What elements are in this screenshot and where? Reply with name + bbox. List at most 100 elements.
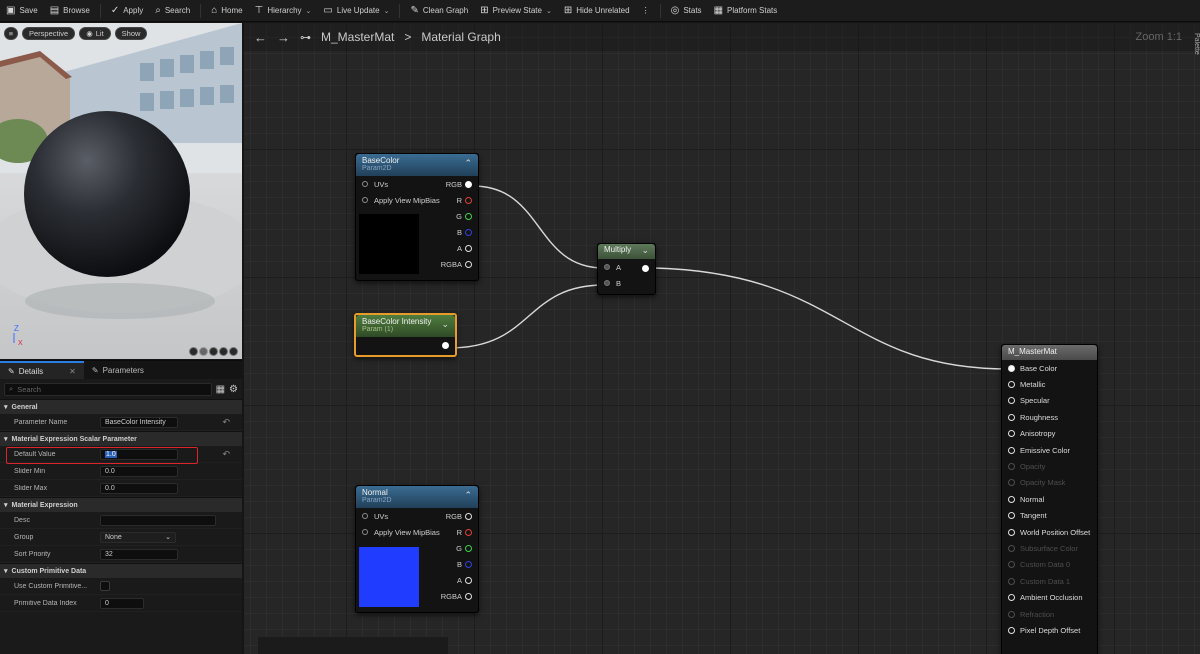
plane-icon[interactable] — [209, 347, 218, 356]
more-options-icon[interactable]: ⋮ — [636, 0, 656, 22]
palette-tab[interactable]: Palette — [1190, 23, 1200, 83]
reset-icon[interactable]: ↶ — [222, 417, 230, 428]
result-pin-world-position-offset[interactable]: World Position Offset — [1002, 524, 1097, 540]
input-pin[interactable] — [362, 181, 368, 187]
input-pin[interactable] — [362, 197, 368, 203]
breadcrumb-separator: > — [404, 30, 412, 44]
forward-arrow-icon[interactable]: → — [277, 30, 290, 45]
save-button[interactable]: ▣ Save — [0, 0, 44, 22]
output-pin-r[interactable]: R — [457, 196, 472, 205]
result-pin-refraction[interactable]: Refraction — [1002, 606, 1097, 622]
pin-dot — [1008, 479, 1015, 487]
result-pin-ambient-occlusion[interactable]: Ambient Occlusion — [1002, 589, 1097, 605]
group-dropdown[interactable]: None ⌄ — [100, 531, 176, 543]
multiply-node[interactable]: Multiply ⌄ AB — [597, 243, 656, 295]
basecolor-intensity-node[interactable]: BaseColor Intensity Param (1) ⌄ — [354, 313, 457, 357]
output-pin-b[interactable]: B — [457, 228, 472, 237]
pin-row: Apply View MipBias R — [356, 524, 478, 540]
breadcrumb-material[interactable]: M_MasterMat — [321, 30, 394, 44]
multiply-output-pin[interactable] — [642, 265, 649, 272]
result-pin-base-color[interactable]: Base Color — [1002, 360, 1097, 376]
pin-dot — [1008, 577, 1015, 585]
search-button[interactable]: ⌕ Search — [149, 0, 196, 22]
browse-button[interactable]: ▤ Browse — [44, 0, 96, 22]
output-pin-g[interactable]: G — [456, 544, 472, 553]
result-pin-roughness[interactable]: Roughness — [1002, 409, 1097, 425]
output-pin-rgb[interactable]: RGB — [446, 180, 472, 189]
result-pin-subsurface-color[interactable]: Subsurface Color — [1002, 540, 1097, 556]
output-pin-a[interactable]: A — [457, 576, 472, 585]
home-button[interactable]: ⌂ Home — [205, 0, 248, 22]
result-pin-specular[interactable]: Specular — [1002, 393, 1097, 409]
desc-field[interactable] — [100, 514, 216, 526]
chevron-down-icon: ▾ — [4, 436, 8, 443]
show-button[interactable]: Show — [114, 27, 148, 40]
teapot-icon[interactable] — [229, 347, 238, 356]
primitive-data-index-field[interactable]: 0 — [100, 597, 144, 609]
output-pin-a[interactable]: A — [457, 244, 472, 253]
table-view-icon[interactable]: ▦ — [216, 384, 225, 395]
multiply-input-b[interactable]: B — [598, 275, 655, 291]
parameter-name-field[interactable]: BaseColor Intensity — [100, 416, 178, 428]
close-icon[interactable]: ✕ — [69, 367, 76, 376]
input-pin[interactable] — [362, 513, 368, 519]
reset-icon[interactable]: ↶ — [222, 449, 230, 460]
preview-state-button[interactable]: ⊞ Preview State ⌄ — [474, 0, 558, 22]
output-pin-b[interactable]: B — [457, 560, 472, 569]
section-scalar-parameter[interactable]: ▾ Material Expression Scalar Parameter — [0, 431, 242, 446]
clean-graph-button[interactable]: ✎ Clean Graph — [404, 0, 474, 22]
output-pin-rgb[interactable]: RGB — [446, 512, 472, 521]
intensity-output-pin[interactable] — [442, 342, 449, 349]
result-pin-opacity[interactable]: Opacity — [1002, 458, 1097, 474]
collapse-chevron-icon[interactable]: ⌄ — [441, 319, 449, 330]
sphere-icon[interactable] — [199, 347, 208, 356]
cylinder-icon[interactable] — [189, 347, 198, 356]
output-pin-rgba[interactable]: RGBA — [441, 592, 472, 601]
normal-texture-node[interactable]: Normal Param2D ⌃ UVs RGB Apply View MipBia… — [355, 485, 479, 613]
perspective-button[interactable]: Perspective — [22, 27, 76, 40]
output-pin-g[interactable]: G — [456, 212, 472, 221]
result-pin-tangent[interactable]: Tangent — [1002, 508, 1097, 524]
stats-button[interactable]: ◎ Stats — [665, 0, 708, 22]
result-pin-emissive-color[interactable]: Emissive Color — [1002, 442, 1097, 458]
hierarchy-button[interactable]: ⊤ Hierarchy ⌄ — [249, 0, 318, 22]
material-result-node[interactable]: M_MasterMat Base Color Metallic Specular Ro… — [1001, 344, 1098, 654]
live-update-button[interactable]: ▭ Live Update ⌄ — [317, 0, 395, 22]
collapse-chevron-icon[interactable]: ⌃ — [464, 490, 472, 501]
slider-min-field[interactable]: 0.0 — [100, 465, 178, 477]
details-search-input[interactable]: ⌕ Search — [4, 382, 212, 396]
result-pin-normal[interactable]: Normal — [1002, 491, 1097, 507]
use-custom-primitive-checkbox[interactable] — [100, 581, 110, 591]
sort-priority-field[interactable]: 32 — [100, 548, 178, 560]
collapse-chevron-icon[interactable]: ⌃ — [464, 158, 472, 169]
back-arrow-icon[interactable]: ← — [254, 30, 267, 45]
basecolor-texture-node[interactable]: BaseColor Param2D ⌃ UVs RGB Apply View Mip… — [355, 153, 479, 281]
result-pin-custom-data-1[interactable]: Custom Data 1 — [1002, 573, 1097, 589]
tab-details[interactable]: ✎ Details ✕ — [0, 361, 84, 379]
lit-button[interactable]: ◉ Lit — [79, 27, 111, 40]
result-pin-custom-data-0[interactable]: Custom Data 0 — [1002, 557, 1097, 573]
search-icon: ⌕ — [9, 384, 14, 393]
result-pin-pixel-depth-offset[interactable]: Pixel Depth Offset — [1002, 622, 1097, 638]
tab-parameters[interactable]: ✎ Parameters — [84, 361, 152, 379]
platform-stats-button[interactable]: ▦ Platform Stats — [708, 0, 784, 22]
viewport-menu-button[interactable]: ≡ — [4, 27, 18, 40]
result-pin-metallic[interactable]: Metallic — [1002, 376, 1097, 392]
cube-icon[interactable] — [219, 347, 228, 356]
slider-max-field[interactable]: 0.0 — [100, 482, 178, 494]
input-pin[interactable] — [362, 529, 368, 535]
collapse-chevron-icon[interactable]: ⌄ — [641, 245, 649, 256]
result-pin-opacity-mask[interactable]: Opacity Mask — [1002, 475, 1097, 491]
section-material-expression[interactable]: ▾ Material Expression — [0, 497, 242, 512]
wire-rgb-to-a — [472, 185, 605, 269]
section-general[interactable]: ▾ General — [0, 399, 242, 414]
output-pin-r[interactable]: R — [457, 528, 472, 537]
gear-icon[interactable]: ⚙ — [229, 384, 238, 395]
apply-button[interactable]: ✓ Apply — [105, 0, 149, 22]
section-custom-primitive-data[interactable]: ▾ Custom Primitive Data — [0, 563, 242, 578]
output-pin-rgba[interactable]: RGBA — [441, 260, 472, 269]
preview-viewport[interactable]: Z X ≡ Perspective ◉ Lit Show — [0, 23, 242, 359]
result-pin-anisotropy[interactable]: Anisotropy — [1002, 426, 1097, 442]
hide-unrelated-button[interactable]: ⊞ Hide Unrelated — [558, 0, 636, 22]
material-graph[interactable]: ← → ⊶ M_MasterMat > Material Graph Zoom … — [244, 23, 1200, 654]
